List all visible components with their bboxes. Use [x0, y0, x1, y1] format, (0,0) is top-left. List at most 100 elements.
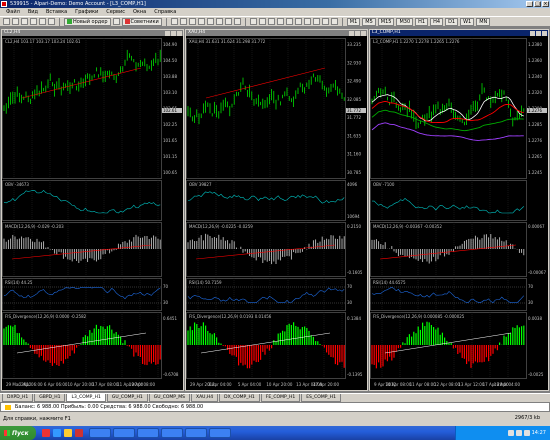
chart-canvas[interactable]: XAU,H4 31.631 31.624 31.298 31.772 33.235… — [186, 36, 367, 390]
chart-window-xau[interactable]: XAU,H4 XAU,H4 31.631 31.624 31.298 31.77… — [185, 29, 368, 391]
minimize-icon[interactable]: _ — [526, 1, 533, 7]
menu-view[interactable]: Вид — [28, 8, 38, 16]
metaeditor-icon[interactable] — [112, 18, 120, 25]
app-shortcut-icon[interactable] — [75, 429, 83, 437]
menu-charts[interactable]: Графики — [75, 8, 98, 16]
line-chart-icon[interactable] — [188, 18, 196, 25]
chart-tab[interactable]: GU_COMP_H1 — [106, 394, 148, 402]
period-h4[interactable]: H4 — [430, 17, 444, 26]
chart-tab[interactable]: FE_COMP_H1 — [260, 394, 301, 402]
tester-icon[interactable] — [48, 18, 55, 25]
chart-tab[interactable]: XAU,H4 — [191, 394, 219, 402]
chart-shift-icon[interactable] — [233, 18, 241, 25]
maximize-icon[interactable] — [355, 30, 360, 36]
period-mn[interactable]: MN — [476, 17, 491, 26]
period-w1[interactable]: W1 — [460, 17, 475, 26]
tile-icon[interactable] — [215, 18, 223, 25]
date-axis-label: 2 Apr 06:00 — [19, 382, 43, 387]
bar-chart-icon[interactable] — [170, 18, 178, 25]
price-tick-label: 1.2360 — [528, 58, 542, 63]
start-button[interactable]: Пуск — [0, 426, 36, 440]
rsi-level-label: 70 — [347, 284, 353, 289]
new-chart-icon[interactable] — [3, 18, 10, 25]
minimize-icon[interactable] — [349, 30, 354, 36]
network-icon[interactable] — [507, 430, 514, 436]
opera-icon[interactable] — [42, 429, 50, 437]
candles-icon[interactable] — [179, 18, 187, 25]
chart-tab[interactable]: DXPD_H1 — [2, 394, 34, 402]
autoscroll-icon[interactable] — [224, 18, 232, 25]
chart-tab[interactable]: GBPD_H1 — [34, 394, 66, 402]
task-button[interactable] — [209, 428, 231, 438]
browser-icon[interactable] — [53, 429, 61, 437]
macd-pane — [2, 222, 162, 277]
menu-insert[interactable]: Вставка — [46, 8, 67, 16]
period-d1[interactable]: D1 — [445, 17, 459, 26]
cursor-icon[interactable] — [249, 18, 257, 25]
zoom-in-icon[interactable] — [197, 18, 205, 25]
maximize-icon[interactable]: □ — [534, 1, 541, 7]
task-button[interactable] — [137, 428, 159, 438]
volume-icon[interactable] — [515, 430, 522, 436]
task-button[interactable] — [185, 428, 207, 438]
chart-tab[interactable]: DX_COMP_H1 — [219, 394, 260, 402]
market-watch-icon[interactable] — [21, 18, 28, 25]
text-icon[interactable] — [312, 18, 320, 25]
task-button[interactable] — [89, 428, 111, 438]
window-titlebar[interactable]: 539915 - Alpari-Demo: Demo Account - [L3… — [0, 0, 550, 8]
period-m15[interactable]: M15 — [377, 17, 395, 26]
task-button[interactable] — [113, 428, 135, 438]
task-button[interactable] — [161, 428, 183, 438]
chart-window-l3-comp[interactable]: L3_COMP,H1 L3_COMP,H1 1.2270 1.2278 1.22… — [369, 29, 549, 391]
close-icon[interactable] — [361, 30, 366, 36]
zoom-out-icon[interactable] — [206, 18, 214, 25]
chart-tab[interactable]: ES_COMP_H1 — [301, 394, 341, 402]
chart-canvas[interactable]: L3_COMP,H1 1.2270 1.2278 1.2265 1.2276 1.… — [370, 36, 548, 390]
status-bar: Для справки, нажмите F1 2967/3 kb — [0, 412, 550, 426]
menu-window[interactable]: Окна — [133, 8, 146, 16]
vertical-line-icon[interactable] — [267, 18, 275, 25]
arrows-icon[interactable] — [330, 18, 338, 25]
menu-file[interactable]: Файл — [6, 8, 20, 16]
period-m30[interactable]: M30 — [396, 17, 414, 26]
close-icon[interactable] — [177, 30, 182, 36]
menu-help[interactable]: Справка — [154, 8, 176, 16]
date-axis-label: 10 Apr 20:00 — [266, 382, 293, 387]
crosshair-icon[interactable] — [258, 18, 266, 25]
period-m1[interactable]: M1 — [346, 17, 361, 26]
close-icon[interactable] — [542, 30, 547, 36]
advisors-button[interactable]: Советники — [121, 17, 162, 26]
period-m5[interactable]: M5 — [362, 17, 376, 26]
date-axis-label: 10 Apr 08:00 — [385, 382, 412, 387]
new-order-button[interactable]: Новый ордер — [64, 17, 111, 26]
channel-icon[interactable] — [294, 18, 302, 25]
close-icon[interactable]: × — [542, 1, 549, 7]
chart-window-cl2[interactable]: CL2,H4 CL2,H4 103.17 103.17 103.24 102.6… — [1, 29, 184, 391]
last-price-label: 1.2276 — [528, 108, 542, 113]
language-icon[interactable] — [523, 430, 530, 436]
chart-tab-active[interactable]: L3_COMP_H1 — [66, 394, 106, 402]
chart-canvas[interactable]: CL2,H4 103.17 103.17 103.24 102.61 104.90… — [2, 36, 183, 390]
profiles-icon[interactable] — [12, 18, 19, 25]
terminal-balance-row[interactable]: Баланс: 6 988.00 Прибыль: 0.00 Средства:… — [0, 402, 550, 412]
rsi-level-label: 30 — [347, 300, 353, 305]
price-tick-label: 1.2285 — [528, 122, 542, 127]
navigator-icon[interactable] — [30, 18, 37, 25]
fibo-icon[interactable] — [303, 18, 311, 25]
menu-tools[interactable]: Сервис — [106, 8, 125, 16]
folder-icon[interactable] — [64, 429, 72, 437]
terminal-icon[interactable] — [39, 18, 46, 25]
minimize-icon[interactable] — [530, 30, 535, 36]
maximize-icon[interactable] — [536, 30, 541, 36]
fis-tick-label: -0.6708 — [163, 372, 179, 377]
chart-tab[interactable]: GU_COMP_MS — [148, 394, 191, 402]
label-icon[interactable] — [321, 18, 329, 25]
trendline-icon[interactable] — [285, 18, 293, 25]
maximize-icon[interactable] — [171, 30, 176, 36]
period-h1[interactable]: H1 — [415, 17, 429, 26]
price-pane — [186, 38, 346, 179]
minimize-icon[interactable] — [165, 30, 170, 36]
rsi-label: RSI(14) 50.7159 — [189, 280, 222, 285]
horizontal-line-icon[interactable] — [276, 18, 284, 25]
status-traffic: 2967/3 kb — [514, 415, 540, 421]
